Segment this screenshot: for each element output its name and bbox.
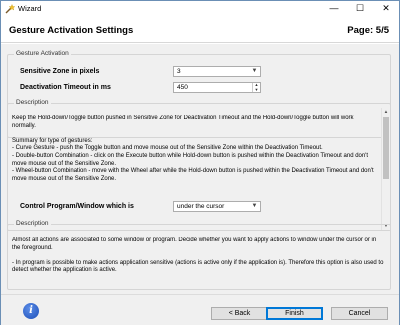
gesture-description-legend: Description xyxy=(14,99,51,106)
gesture-activation-legend: Gesture Activation xyxy=(14,50,71,57)
wizard-body: Gesture Activation Sensitive Zone in pix… xyxy=(1,44,399,294)
window-title: Wizard xyxy=(18,4,42,13)
wizard-footer: i < Back Finish Cancel xyxy=(1,294,399,325)
stepper-down-icon[interactable]: ▼ xyxy=(253,87,260,93)
control-program-label: Control Program/Window which is xyxy=(20,203,134,210)
scroll-up-icon[interactable]: ▲ xyxy=(382,108,390,116)
sensitive-zone-value: 3 xyxy=(177,68,181,75)
description-scrollbar[interactable]: ▲ ▼ xyxy=(381,108,390,230)
title-bar: Wizard — ☐ ✕ xyxy=(1,1,399,17)
wizard-header: Gesture Activation Settings Page: 5/5 xyxy=(1,17,399,43)
back-button[interactable]: < Back xyxy=(211,307,268,320)
deactivation-timeout-value: 450 xyxy=(177,84,188,91)
finish-button[interactable]: Finish xyxy=(266,307,323,320)
sensitive-zone-label: Sensitive Zone in pixels xyxy=(20,68,100,75)
scroll-thumb[interactable] xyxy=(383,117,389,179)
stepper-buttons[interactable]: ▲ ▼ xyxy=(252,82,260,93)
page-indicator: Page: 5/5 xyxy=(347,25,389,36)
deactivation-timeout-stepper[interactable]: 450 ▲ ▼ xyxy=(173,82,261,93)
sensitive-zone-select[interactable]: 3 ▼ xyxy=(173,66,261,77)
info-icon[interactable]: i xyxy=(23,303,39,319)
control-program-select[interactable]: under the cursor ▼ xyxy=(173,201,261,212)
close-button[interactable]: ✕ xyxy=(373,1,399,17)
control-program-value: under the cursor xyxy=(177,203,225,210)
chevron-down-icon: ▼ xyxy=(251,203,258,209)
control-description-text: Almost all actions are associated to som… xyxy=(12,237,384,274)
wizard-window: Wizard — ☐ ✕ Gesture Activation Settings… xyxy=(0,0,400,325)
cancel-button[interactable]: Cancel xyxy=(331,307,388,320)
control-description-legend: Description xyxy=(14,220,51,227)
minimize-button[interactable]: — xyxy=(321,1,347,17)
wizard-wand-icon xyxy=(5,4,15,14)
chevron-down-icon: ▼ xyxy=(251,68,258,74)
page-title: Gesture Activation Settings xyxy=(9,25,134,36)
deactivation-timeout-label: Deactivation Timeout in ms xyxy=(20,84,111,91)
maximize-button[interactable]: ☐ xyxy=(347,1,373,17)
